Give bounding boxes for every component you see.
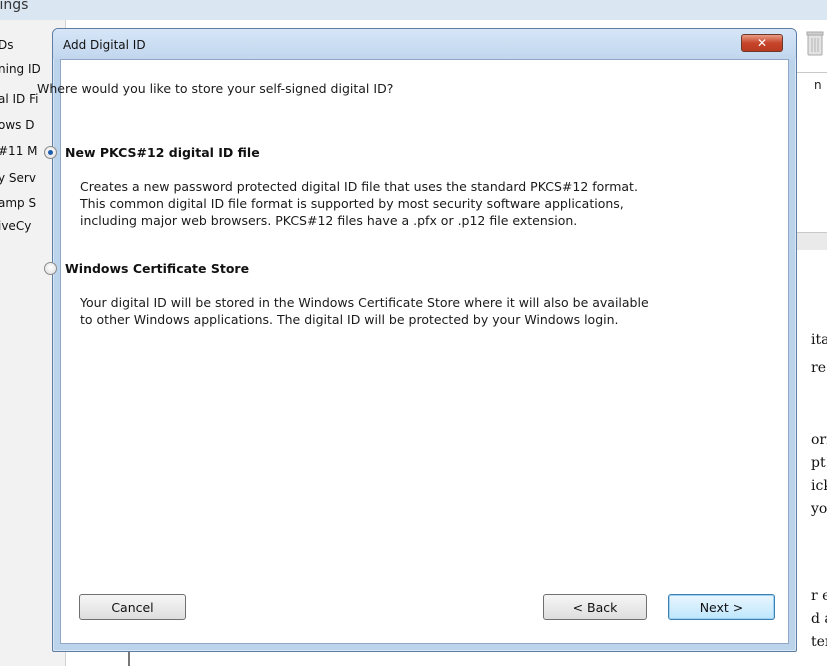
description-line: Creates a new password protected digital… [80, 179, 638, 194]
option-new-pkcs12[interactable]: New PKCS#12 digital ID file [44, 145, 260, 160]
description-line: Your digital ID will be stored in the Wi… [80, 295, 649, 310]
divider [797, 72, 827, 73]
detail-column-header: n [814, 78, 822, 92]
option-windows-certificate-store[interactable]: Windows Certificate Store [44, 261, 249, 276]
sidebar-item[interactable]: #11 M [0, 144, 38, 158]
description-line: including major web browsers. PKCS#12 fi… [80, 213, 578, 228]
sidebar-item[interactable]: ning ID [0, 62, 41, 76]
description-line: This common digital ID file format is su… [80, 196, 624, 211]
description-line: to other Windows applications. The digit… [80, 312, 619, 327]
doc-text-fragment: ick [811, 478, 827, 494]
doc-text-fragment: ter i [811, 634, 827, 650]
close-icon: ✕ [756, 36, 768, 50]
sidebar-item[interactable]: iveCy [0, 219, 31, 233]
doc-text-fragment: orm [811, 432, 827, 448]
option-label[interactable]: Windows Certificate Store [65, 261, 249, 276]
dialog-titlebar[interactable]: Add Digital ID ✕ [53, 29, 796, 59]
sidebar-item[interactable]: al ID Fi [0, 92, 38, 106]
radio-new-pkcs12[interactable] [44, 146, 57, 159]
option-description: Your digital ID will be stored in the Wi… [80, 294, 649, 328]
doc-text-fragment: d ad [811, 611, 827, 627]
option-description: Creates a new password protected digital… [80, 178, 638, 229]
add-digital-id-dialog: Add Digital ID ✕ [52, 28, 797, 652]
storage-question: Where would you like to store your self-… [37, 81, 394, 96]
doc-text-fragment: ital I [811, 332, 827, 348]
doc-text-fragment: r en [811, 588, 827, 604]
background-window-title: tings [0, 0, 29, 13]
doc-text-fragment: re or [811, 360, 827, 376]
detail-scrollbar[interactable] [797, 232, 827, 250]
radio-windows-certificate-store[interactable] [44, 262, 57, 275]
option-label[interactable]: New PKCS#12 digital ID file [65, 145, 260, 160]
doc-text-fragment: pt o [811, 455, 827, 471]
close-button[interactable]: ✕ [741, 34, 783, 52]
sidebar-item[interactable]: amp S [0, 196, 36, 210]
sidebar-item[interactable]: ows D [0, 118, 34, 132]
doc-text-fragment: you [811, 501, 827, 517]
sidebar-item[interactable]: Ds [0, 38, 14, 52]
next-button[interactable]: Next > [668, 594, 775, 620]
background-titlebar: tings [0, 0, 827, 20]
divider [128, 650, 130, 666]
back-button[interactable]: < Back [543, 594, 647, 620]
sidebar-item[interactable]: y Serv [0, 171, 36, 185]
cancel-button[interactable]: Cancel [79, 594, 186, 620]
background-toolbar-strip [66, 20, 827, 28]
trash-icon[interactable] [806, 30, 824, 56]
dialog-title: Add Digital ID [63, 38, 146, 52]
